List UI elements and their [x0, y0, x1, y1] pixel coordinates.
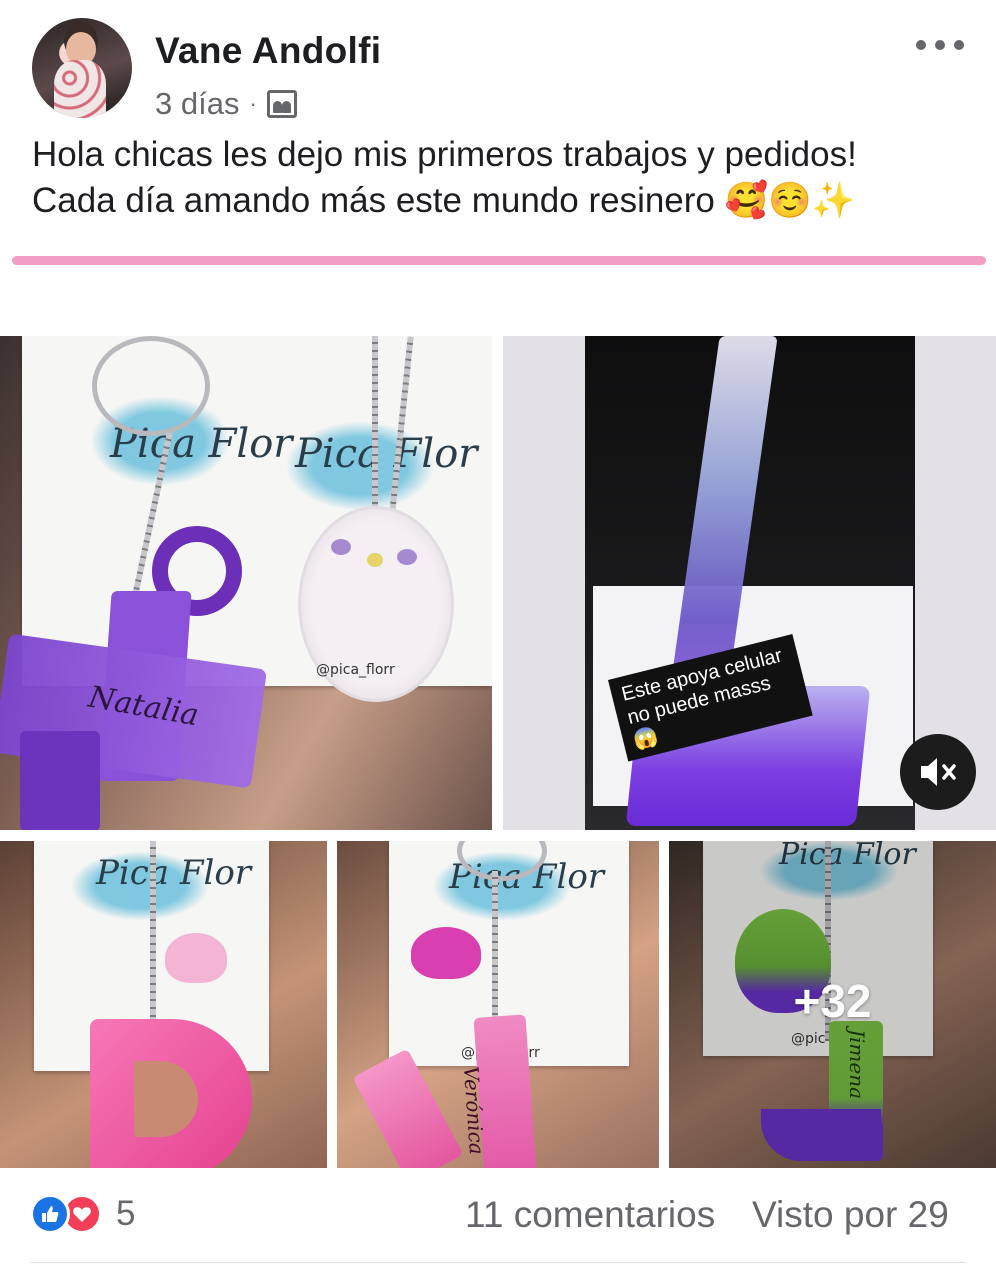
post-meta: 3 días · — [155, 86, 297, 122]
photo-1[interactable]: Pica Flor Pica Flor Natalia @pica_florr — [0, 336, 492, 830]
comments-count[interactable]: 11 comentarios — [465, 1194, 715, 1236]
letter-d-keychain — [90, 1019, 252, 1168]
like-reaction-icon — [30, 1194, 70, 1234]
butterfly-charm — [411, 927, 481, 979]
group-icon — [266, 90, 297, 118]
author-name[interactable]: Vane Andolfi — [155, 30, 381, 72]
post-text-line-2: Cada día amando más este mundo resinero … — [32, 181, 856, 220]
seen-by[interactable]: Visto por 29 — [752, 1194, 949, 1236]
meta-separator: · — [249, 91, 257, 116]
butterfly-charm — [165, 933, 227, 983]
post-time[interactable]: 3 días — [155, 86, 239, 122]
brand-logo-text: Pica Flor — [96, 853, 252, 893]
post-text: Hola chicas les dejo mis primeros trabaj… — [32, 132, 972, 224]
letter-n-keychain: Natalia — [0, 591, 268, 830]
post-text-line-1: Hola chicas les dejo mis primeros trabaj… — [32, 135, 857, 174]
photo-3[interactable]: Pica Flor — [0, 841, 327, 1168]
name-text: Verónica — [458, 1065, 489, 1156]
pink-divider — [12, 256, 986, 265]
more-options-icon[interactable] — [916, 30, 964, 60]
more-photos-overlay[interactable]: +32 — [669, 841, 996, 1168]
photo-4[interactable]: Pica Flor @pica_florr Verónica — [337, 841, 659, 1168]
reaction-count: 5 — [116, 1194, 136, 1233]
divider — [30, 1262, 966, 1263]
instagram-handle: @pica_florr — [316, 662, 395, 678]
avatar[interactable] — [32, 18, 132, 118]
brand-logo-text: Pica Flor — [295, 431, 478, 477]
reactions-summary[interactable]: 5 — [30, 1194, 135, 1234]
more-photos-count: +32 — [793, 974, 872, 1027]
speaker-muted-icon[interactable] — [900, 734, 976, 810]
